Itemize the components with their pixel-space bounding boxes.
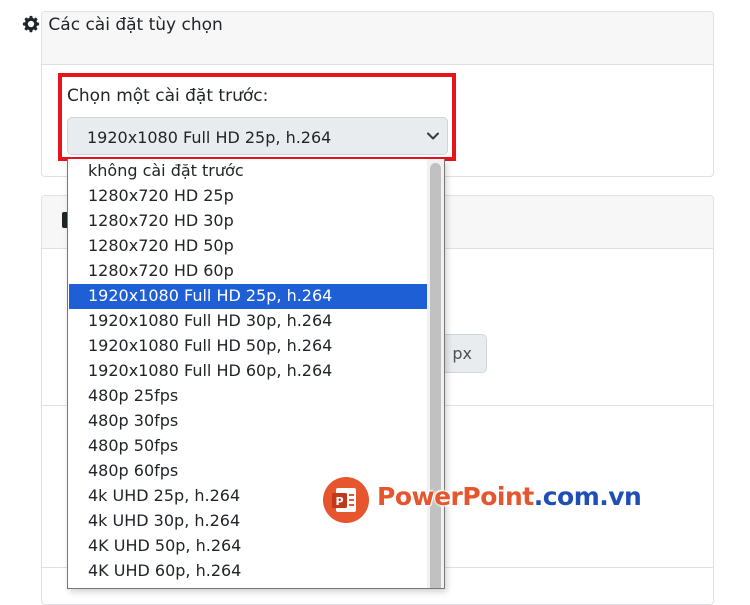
- highlight-box: [58, 73, 456, 161]
- watermark-brand: PowerPoint: [377, 482, 534, 511]
- dropdown-option[interactable]: 1280x720 HD 30p: [69, 209, 428, 234]
- gear-icon: [22, 15, 40, 33]
- settings-card-title-text: Các cài đặt tùy chọn: [48, 15, 223, 35]
- dropdown-option[interactable]: 1280x720 HD 60p: [69, 259, 428, 284]
- svg-text:P: P: [335, 495, 343, 508]
- dropdown-option[interactable]: 1920x1080 Full HD 30p, h.264: [69, 309, 428, 334]
- watermark-text: PowerPoint.com.vn: [377, 482, 642, 511]
- dropdown-option[interactable]: 480p 30fps: [69, 409, 428, 434]
- dropdown-option[interactable]: 1920x1080 Full HD 60p, h.264: [69, 359, 428, 384]
- dropdown-option[interactable]: 480p 60fps: [69, 459, 428, 484]
- dropdown-option[interactable]: 1280x720 HD 50p: [69, 234, 428, 259]
- watermark-domain: .com.vn: [533, 482, 642, 511]
- preset-dropdown-list[interactable]: không cài đặt trước 1280x720 HD 25p 1280x7…: [67, 159, 445, 589]
- dropdown-option[interactable]: 1920x1080 Full HD 50p, h.264: [69, 334, 428, 359]
- dropdown-option[interactable]: 4K UHD 60p, h.264: [69, 559, 428, 584]
- scrollbar-thumb[interactable]: [430, 163, 441, 588]
- dropdown-option[interactable]: 4K UHD 50p, h.264: [69, 534, 428, 559]
- dropdown-option[interactable]: 1920x1080 Full HD 25p, h.264: [69, 284, 428, 309]
- dropdown-option[interactable]: 1280x720 HD 25p: [69, 184, 428, 209]
- powerpoint-logo-icon: P: [323, 477, 369, 523]
- settings-card-title: Các cài đặt tùy chọn: [22, 15, 223, 35]
- dropdown-option[interactable]: 480p 25fps: [69, 384, 428, 409]
- dropdown-scrollbar[interactable]: [427, 159, 444, 588]
- dropdown-option[interactable]: 4k UHD 30p, h.264: [69, 509, 428, 534]
- dropdown-option[interactable]: 4k UHD 25p, h.264: [69, 484, 428, 509]
- dropdown-option[interactable]: 480p 50fps: [69, 434, 428, 459]
- dropdown-option[interactable]: không cài đặt trước: [69, 159, 428, 184]
